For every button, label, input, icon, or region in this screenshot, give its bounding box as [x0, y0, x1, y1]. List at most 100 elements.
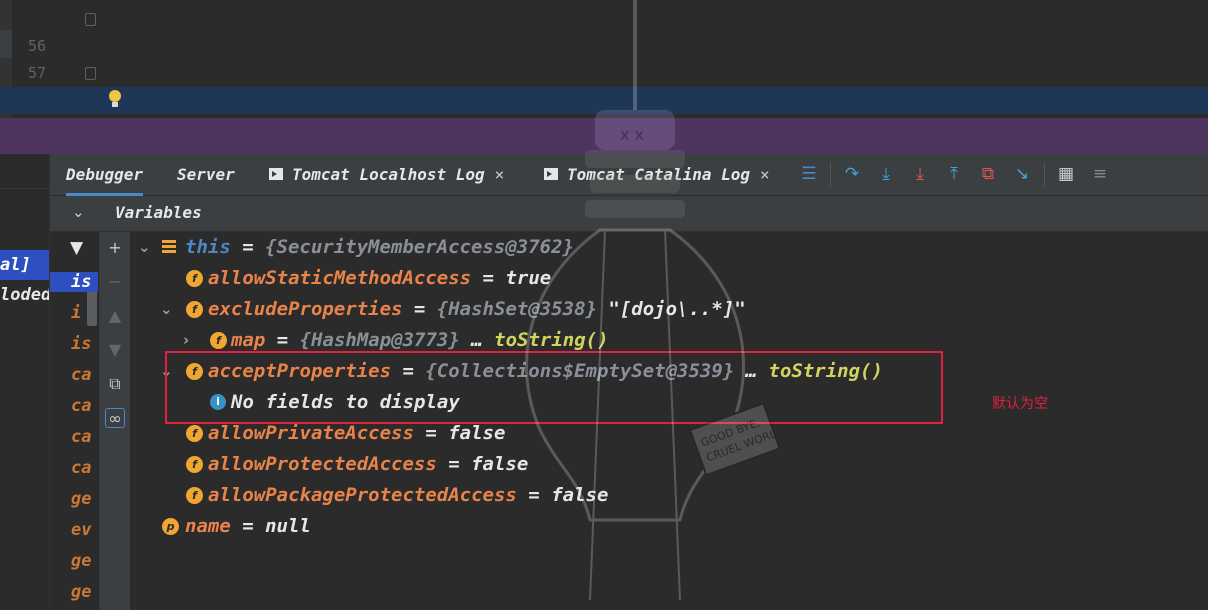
tab-tomcat-localhost-log[interactable]: Tomcat Localhost Log ×: [269, 154, 504, 196]
selected-item[interactable]: al]: [0, 250, 49, 280]
tab-debugger[interactable]: Debugger: [66, 154, 144, 196]
variable-text: allowPackageProtectedAccess = false: [208, 480, 608, 511]
variable-name: name: [185, 515, 231, 537]
console-icon: [269, 168, 283, 180]
tostring-link[interactable]: toString(): [494, 329, 608, 351]
remove-watch-icon[interactable]: −: [105, 272, 125, 292]
close-icon[interactable]: ×: [495, 165, 505, 184]
variable-row[interactable]: f allowPackageProtectedAccess = false: [130, 480, 1208, 511]
fold-marker-icon[interactable]: [85, 67, 96, 80]
drop-frame-icon[interactable]: ⧉: [978, 164, 998, 184]
variable-row[interactable]: f allowProtectedAccess = false: [130, 449, 1208, 480]
equals-sign: =: [413, 422, 449, 444]
lightbulb-icon[interactable]: [107, 90, 121, 108]
debug-tabbar: Debugger Server Tomcat Localhost Log × To…: [50, 154, 1208, 196]
tab-label: Debugger: [66, 165, 144, 184]
frame-item[interactable]: is: [50, 272, 98, 292]
variables-title: Variables: [115, 203, 202, 222]
variable-name: allowPrivateAccess: [208, 422, 414, 444]
variable-type: {SecurityMemberAccess@3762}: [265, 236, 574, 258]
equals-sign: =: [230, 236, 266, 258]
variable-value: true: [505, 267, 552, 289]
tab-server[interactable]: Server: [177, 154, 235, 196]
variable-type: {HashSet@3538}: [436, 298, 597, 320]
left-panel: al] loded: [0, 154, 50, 610]
filter-icon[interactable]: ▼: [70, 238, 88, 258]
step-out-icon[interactable]: ⤒: [944, 164, 964, 184]
evaluate-icon[interactable]: ▦: [1056, 164, 1076, 184]
divider: [830, 163, 831, 187]
highlight-box: [165, 351, 943, 424]
step-into-icon[interactable]: ⤓: [876, 164, 896, 184]
variable-row[interactable]: f allowStaticMethodAccess = true: [130, 263, 1208, 294]
code-line-57[interactable]: 57: [0, 33, 1208, 82]
code-line-58[interactable]: 58 protected boolean isAcceptablePropert…: [0, 60, 1208, 109]
trace-icon[interactable]: ≡: [1090, 164, 1110, 184]
code-editor[interactable]: 56 } 57 58 protected boolean isAcceptabl…: [0, 0, 1208, 118]
field-icon: f: [186, 487, 203, 504]
code-line-59-current[interactable]: 59 return this.isAccepted(name) && !this…: [0, 87, 1208, 114]
frame-item[interactable]: ge: [71, 489, 91, 509]
copy-icon[interactable]: ⧉: [105, 374, 125, 394]
list-item[interactable]: loded: [0, 285, 49, 305]
chevron-down-icon[interactable]: ⌄: [138, 232, 151, 263]
frame-item[interactable]: ca: [71, 427, 91, 447]
variable-value: false: [551, 484, 609, 506]
variable-value: "[dojo\..*]": [596, 298, 746, 320]
chevron-down-icon[interactable]: ⌄: [160, 294, 173, 325]
console-icon: [544, 168, 558, 180]
divider: [1044, 163, 1045, 187]
frame-item[interactable]: i: [71, 303, 81, 323]
equals-sign: =: [230, 515, 266, 537]
frame-item[interactable]: ca: [71, 365, 91, 385]
run-to-cursor-icon[interactable]: ↘: [1012, 164, 1032, 184]
variable-text: this = {SecurityMemberAccess@3762}: [185, 232, 574, 263]
fold-marker-icon[interactable]: [85, 13, 96, 26]
variable-row[interactable]: p name = null: [130, 511, 1208, 542]
move-up-icon[interactable]: ▲: [105, 306, 125, 326]
equals-sign: =: [471, 267, 506, 289]
variable-text: allowProtectedAccess = false: [208, 449, 528, 480]
frame-item[interactable]: ca: [71, 396, 91, 416]
variable-name: this: [185, 236, 231, 258]
frame-item[interactable]: ge: [71, 551, 91, 571]
add-watch-icon[interactable]: +: [105, 238, 125, 258]
frames-list[interactable]: is i is ca ca ca ca ge ev ge ge: [50, 232, 100, 610]
field-icon: f: [186, 301, 203, 318]
variable-value: null: [265, 515, 311, 537]
force-step-into-icon[interactable]: ⤓: [910, 164, 930, 184]
variable-text: excludeProperties = {HashSet@3538} "[doj…: [208, 294, 746, 325]
show-watches-icon[interactable]: ∞: [105, 408, 125, 428]
variable-row[interactable]: ⌄ this = {SecurityMemberAccess@3762}: [130, 232, 1208, 263]
divider: [0, 188, 49, 189]
execution-line-bar: [0, 118, 1208, 154]
variable-name: excludeProperties: [208, 298, 403, 320]
parameter-icon: p: [162, 518, 179, 535]
field-icon: f: [186, 456, 203, 473]
variable-text: allowStaticMethodAccess = true: [208, 263, 551, 294]
close-icon[interactable]: ×: [760, 165, 770, 184]
chevron-down-icon[interactable]: ⌄: [72, 203, 85, 221]
move-down-icon[interactable]: ▼: [105, 340, 125, 360]
variable-value: false: [471, 453, 529, 475]
object-icon: [162, 240, 176, 254]
tab-label: Server: [177, 165, 235, 184]
variable-row[interactable]: ⌄ f excludeProperties = {HashSet@3538} "[d…: [130, 294, 1208, 325]
frame-item[interactable]: ev: [71, 520, 91, 540]
step-over-icon[interactable]: ↷: [842, 164, 862, 184]
equals-sign: =: [516, 484, 552, 506]
code-line-56[interactable]: 56 }: [0, 6, 1208, 110]
variable-name: allowStaticMethodAccess: [208, 267, 472, 289]
variable-name: allowPackageProtectedAccess: [208, 484, 517, 506]
variable-text: name = null: [185, 511, 311, 542]
frame-item[interactable]: is: [71, 334, 91, 354]
equals-sign: =: [265, 329, 300, 351]
annotation-text: 默认为空: [992, 396, 1048, 412]
equals-sign: =: [436, 453, 472, 475]
frame-item[interactable]: ca: [71, 458, 91, 478]
variable-name: allowProtectedAccess: [208, 453, 437, 475]
tab-label: Tomcat Localhost Log: [292, 165, 485, 184]
frame-item[interactable]: ge: [71, 582, 91, 602]
tab-tomcat-catalina-log[interactable]: Tomcat Catalina Log ×: [544, 154, 770, 196]
menu-icon[interactable]: ☰: [799, 164, 819, 184]
